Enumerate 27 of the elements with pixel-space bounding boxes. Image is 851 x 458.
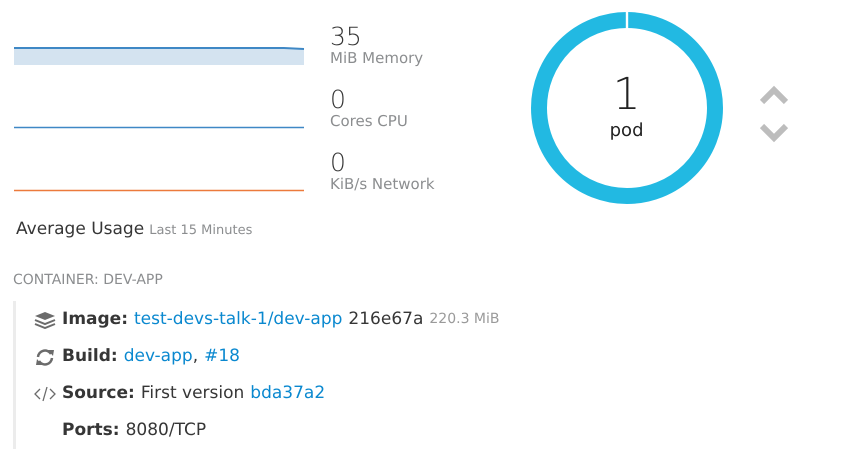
metric-value: 35 (330, 24, 363, 49)
code-icon (34, 384, 56, 402)
metric-unit: KiB/s Network (330, 175, 435, 193)
link[interactable]: bda37a2 (250, 380, 326, 406)
layers-icon (34, 310, 56, 328)
field-value: 216e67a (348, 308, 424, 331)
pod-count: 1 (612, 72, 641, 116)
time-range-label: Last 15 Minutes (149, 223, 252, 238)
metric-unit: MiB Memory (330, 49, 424, 67)
refresh-icon (34, 348, 56, 366)
pod-label: pod (610, 118, 644, 142)
metric-value: 0 (330, 150, 347, 175)
link[interactable]: #18 (204, 344, 240, 370)
size-label: 220.3 MiB (429, 310, 500, 329)
link[interactable]: test-devs-talk-1/dev-app (134, 306, 342, 332)
field-value: 8080/TCP (126, 418, 206, 442)
field-label: Source: (62, 382, 135, 405)
container-heading: CONTAINER: DEV-APP (13, 271, 164, 290)
section-title: Average Usage (16, 219, 144, 239)
field-value: First version (140, 382, 244, 405)
link[interactable]: dev-app (124, 344, 193, 370)
field-label: Ports: (62, 418, 120, 442)
metric-value: 0 (330, 87, 347, 112)
field-value: , (192, 344, 198, 368)
field-label: Image: (62, 308, 128, 331)
metric-unit: Cores CPU (330, 112, 408, 130)
field-label: Build: (62, 344, 118, 368)
